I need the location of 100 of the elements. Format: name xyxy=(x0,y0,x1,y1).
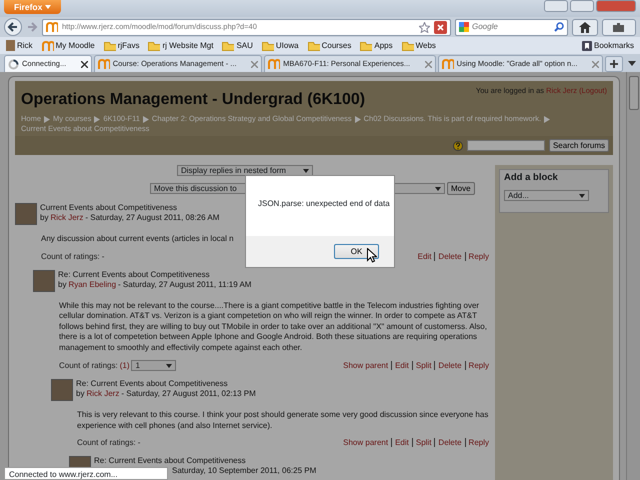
home-button[interactable] xyxy=(572,18,598,36)
caret-icon xyxy=(303,168,309,173)
post-date: - Saturday, 27 August 2011, 08:26 AM xyxy=(85,213,220,224)
search-box[interactable]: Google xyxy=(455,18,568,36)
rating-select[interactable]: 1 xyxy=(131,360,176,372)
moodle-logo-icon xyxy=(42,40,54,50)
stop-icon[interactable] xyxy=(434,20,447,34)
scrollbar[interactable] xyxy=(626,72,640,480)
separator-arrow-icon xyxy=(94,116,100,123)
caret-icon xyxy=(435,186,441,191)
ratings-label: Count of ratings: xyxy=(59,360,118,371)
folder-icon xyxy=(308,40,320,50)
ratings-label: Count of ratings: xyxy=(77,438,136,448)
addon-button[interactable] xyxy=(602,18,636,36)
post-date: - Saturday, 27 August 2011, 11:19 AM xyxy=(118,280,252,290)
display-mode-select[interactable]: Display replies in nested form xyxy=(177,165,313,176)
post-action-link[interactable]: Edit xyxy=(391,360,409,370)
post-action-link[interactable]: Split xyxy=(412,438,432,448)
ratings-label: Count of ratings: xyxy=(41,252,100,262)
post-action-link[interactable]: Delete xyxy=(434,252,462,261)
post-body: While this may not be relevant to the course....There is a giant competitive battle in the Telecom industries fighting over cellular domination. AT&T vs. Verizon is a giant competetion on who will reign the winner. In order to compete as AT&T follows behind first, they are willing to buy out TMobile in order to take over an additional "X" amount of customerss. Also, there is a lot of competetion between Apple Iphone and Google Android. Both these situations are requiring operations management to smoothly and effectivily compete against each other. xyxy=(59,300,488,354)
bookmark-item[interactable]: Webs xyxy=(402,40,436,52)
caret-icon xyxy=(579,194,585,198)
folder-icon xyxy=(222,40,234,50)
loading-spinner-icon xyxy=(8,58,19,70)
post-subject: Re: Current Events about Competitiveness xyxy=(58,270,211,280)
post-subject: Re: Current Events about Competitiveness xyxy=(76,379,229,390)
folder-icon xyxy=(262,40,274,50)
post-subject: Re: Current Events about Competitiveness xyxy=(94,456,247,466)
separator-arrow-icon xyxy=(354,116,361,123)
folder-icon xyxy=(104,40,116,50)
moodle-logo-icon xyxy=(442,59,454,69)
post-action-link[interactable]: Reply xyxy=(464,360,489,370)
status-tooltip: Connected to www.rjerz.com... xyxy=(4,467,168,480)
page-title: Operations Management - Undergrad (6K100) xyxy=(21,90,366,110)
post-body: This is very relevant to this course. I think your post should generate some very good discussion since everyone has experience with cell phones (and also Internet service). xyxy=(77,410,489,432)
ratings-count: - xyxy=(102,252,104,262)
minimize-button[interactable] xyxy=(544,0,568,12)
folder-icon xyxy=(360,40,372,50)
bookmark-item[interactable]: Rick xyxy=(6,40,33,52)
post-action-link[interactable]: Delete xyxy=(434,360,462,370)
separator-arrow-icon xyxy=(44,116,50,123)
scrollbar-thumb[interactable] xyxy=(628,76,638,110)
search-forums-button[interactable]: Search forums xyxy=(548,139,609,152)
bookmark-item[interactable]: UIowa xyxy=(262,40,299,52)
bookmark-item[interactable]: Courses xyxy=(308,40,352,52)
star-icon[interactable] xyxy=(419,22,430,32)
search-icon[interactable] xyxy=(554,22,564,32)
post-action-link[interactable]: Edit xyxy=(418,252,432,261)
avatar-photo-placeholder xyxy=(15,203,37,226)
bookmark-item[interactable]: Apps xyxy=(360,40,393,52)
ok-button[interactable]: OK xyxy=(334,244,379,259)
new-tab-icon[interactable] xyxy=(605,56,624,72)
bookmarks-icon xyxy=(582,40,592,50)
dialog-message: JSON.parse: unexpected end of data xyxy=(257,198,391,210)
post-subject: Current Events about Competitiveness xyxy=(40,203,178,214)
firefox-menu-button[interactable]: Firefox xyxy=(4,0,62,14)
post-action-link[interactable]: Split xyxy=(412,360,432,370)
by-label: by xyxy=(58,280,66,290)
bookmarks-menu[interactable]: Bookmarks xyxy=(582,40,634,52)
post-action-link[interactable]: Show parent xyxy=(343,438,388,448)
post-body: Any discussion about current events (articles in local n xyxy=(41,234,235,245)
bookmark-item[interactable]: rj Website Mgt xyxy=(148,40,214,52)
caret-icon xyxy=(166,364,172,368)
post-date: Saturday, 10 September 2011, 06:25 PM xyxy=(172,466,316,476)
google-logo-icon xyxy=(459,22,469,32)
author-link[interactable]: Rick Jerz xyxy=(50,213,84,224)
avatar-photo-placeholder xyxy=(33,270,55,292)
separator-arrow-icon xyxy=(544,116,550,123)
ratings-count-link[interactable]: (1) xyxy=(120,360,130,371)
home-icon xyxy=(579,22,591,32)
post-action-link[interactable]: Delete xyxy=(434,438,462,448)
folder-icon xyxy=(402,40,414,50)
close-button[interactable] xyxy=(596,0,636,12)
avatar-photo-placeholder xyxy=(51,379,73,402)
by-label: by xyxy=(76,389,84,400)
post-action-link[interactable]: Reply xyxy=(464,438,489,448)
add-block-select[interactable]: Add... xyxy=(504,190,589,202)
post-date: - Saturday, 27 August 2011, 02:13 PM xyxy=(121,389,256,400)
moodle-logo-icon xyxy=(98,59,110,69)
help-icon[interactable] xyxy=(452,140,463,151)
move-button[interactable]: Move xyxy=(447,182,475,196)
close-icon[interactable] xyxy=(80,60,88,68)
ratings-count: - xyxy=(138,438,140,448)
bookmark-item[interactable]: My Moodle xyxy=(42,40,95,52)
maximize-button[interactable] xyxy=(570,0,594,12)
search-forums-field[interactable] xyxy=(466,140,545,152)
caret-icon[interactable] xyxy=(628,61,636,66)
folder-icon xyxy=(148,40,160,50)
moodle-logo-icon xyxy=(46,22,58,32)
post-action-link[interactable]: Show parent xyxy=(343,360,388,370)
author-link[interactable]: Ryan Ebeling xyxy=(68,280,116,290)
bookmark-item[interactable]: SAU xyxy=(222,40,253,52)
search-field[interactable]: Google xyxy=(472,21,551,33)
post-action-link[interactable]: Edit xyxy=(391,438,409,448)
forward-arrow-icon[interactable] xyxy=(26,21,38,33)
post-action-link[interactable]: Reply xyxy=(464,252,489,261)
author-link[interactable]: Rick Jerz xyxy=(86,389,120,400)
bookmark-item[interactable]: rjFavs xyxy=(104,40,140,52)
by-label: by xyxy=(40,213,48,224)
